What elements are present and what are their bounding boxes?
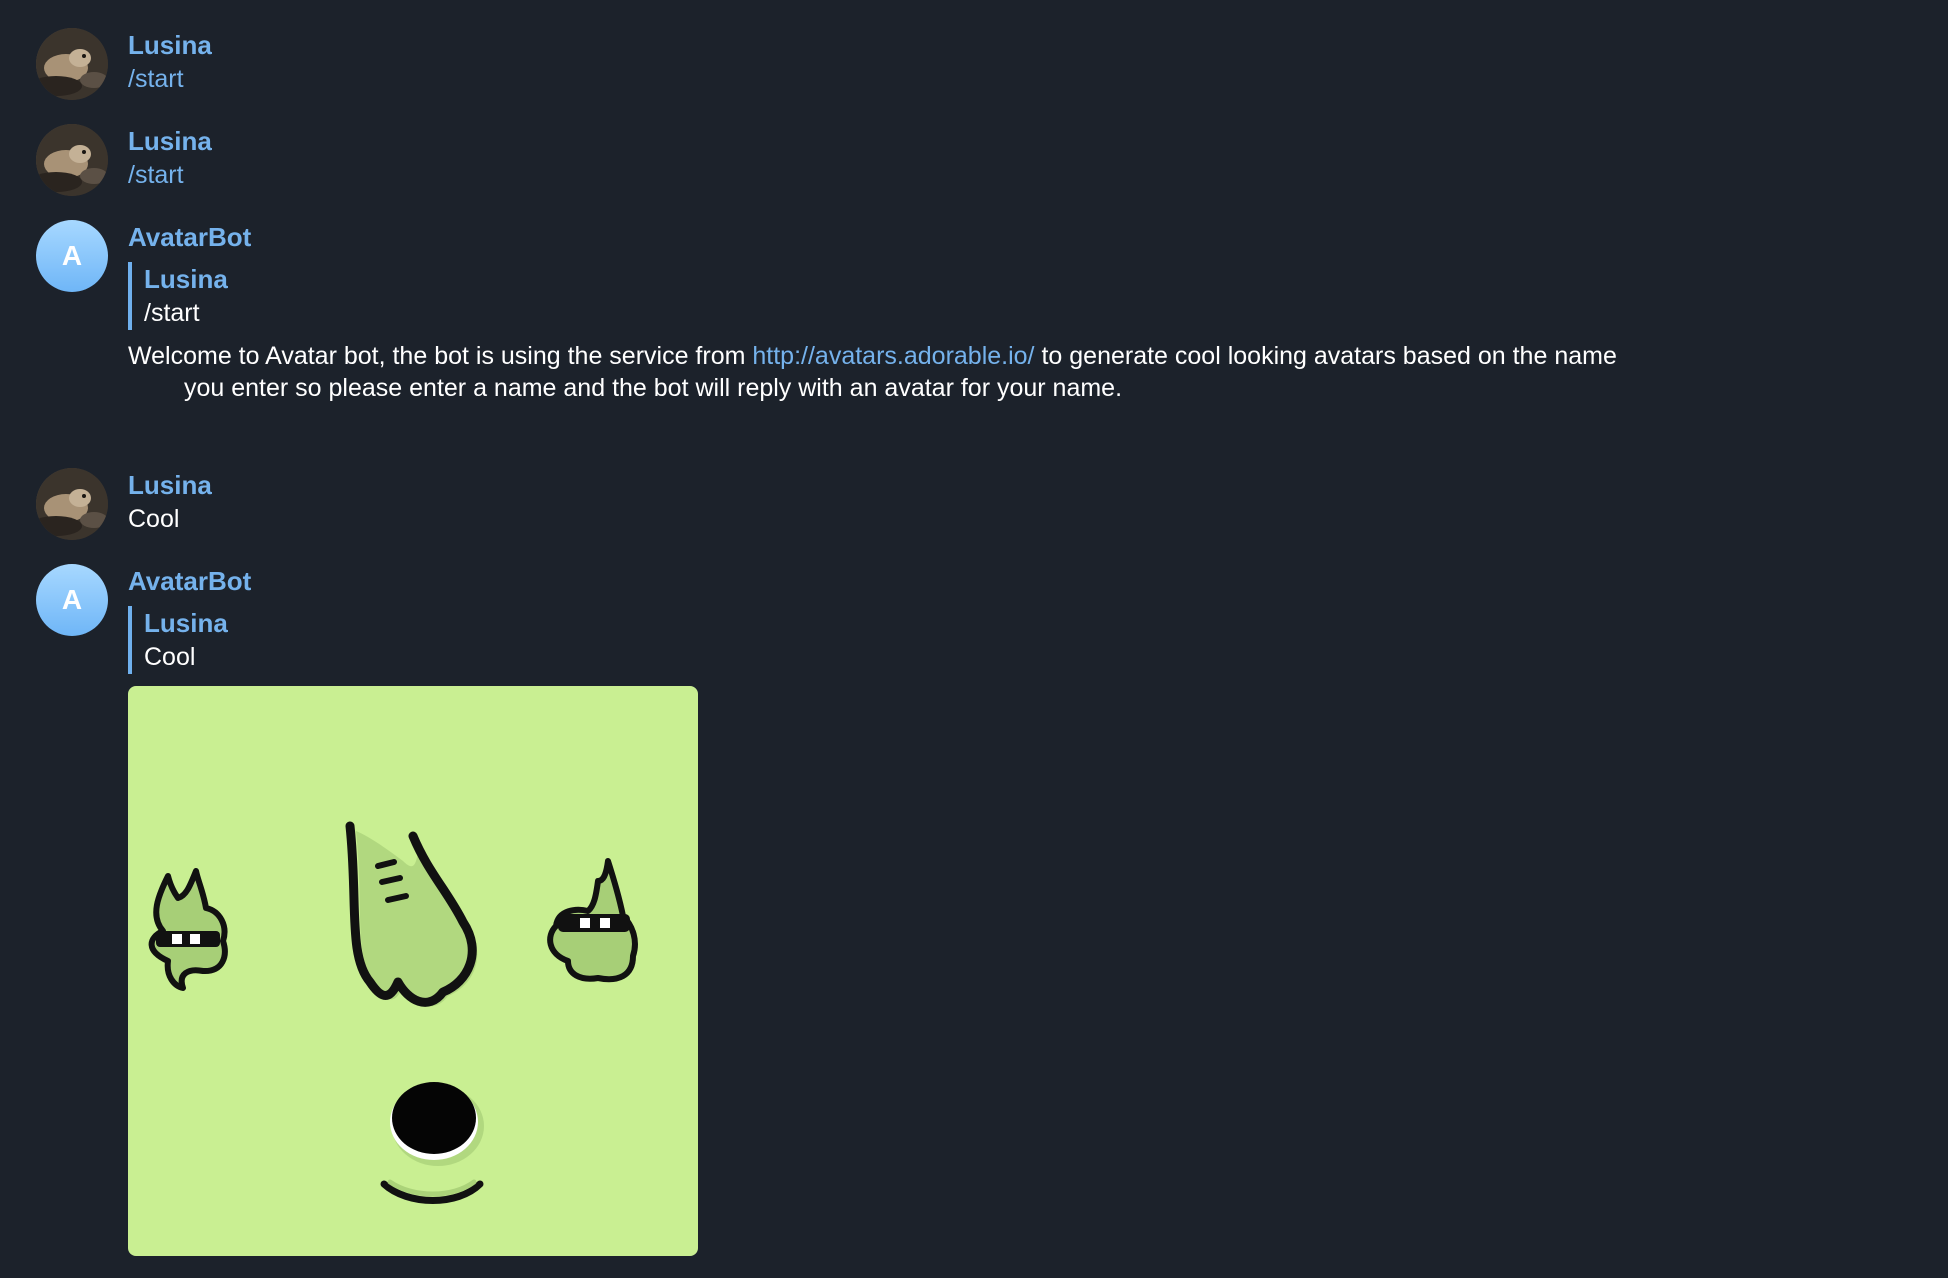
left-eye-icon	[148, 868, 228, 991]
sender-name[interactable]: Lusina	[128, 124, 1908, 158]
bot-avatar[interactable]: A	[36, 220, 108, 292]
mouth-icon	[380, 1082, 484, 1204]
message-text[interactable]: /start	[128, 62, 1908, 96]
reply-text: /start	[144, 299, 200, 327]
message-text[interactable]: Cool	[128, 502, 1908, 536]
right-eye-icon	[547, 858, 638, 983]
reply-text: Cool	[144, 643, 196, 671]
nose-icon	[345, 821, 478, 1007]
avatar-face-icon	[148, 821, 638, 1204]
reply-sender: Lusina	[144, 264, 228, 294]
sender-name[interactable]: AvatarBot	[128, 220, 1908, 254]
user-avatar[interactable]	[36, 124, 108, 196]
sender-name[interactable]: AvatarBot	[128, 564, 1908, 598]
reply-quote[interactable]: Lusina Cool	[128, 606, 1908, 674]
service-link[interactable]: http://avatars.adorable.io/	[752, 342, 1034, 370]
sender-name[interactable]: Lusina	[128, 28, 1908, 62]
user-avatar[interactable]	[36, 28, 108, 100]
chat-history: Lusina /start Lusina /start A AvatarBot	[0, 0, 1948, 1278]
bot-avatar[interactable]: A	[36, 564, 108, 636]
reply-sender: Lusina	[144, 608, 228, 638]
user-avatar[interactable]	[36, 468, 108, 540]
sender-name[interactable]: Lusina	[128, 468, 1908, 502]
otter-photo-icon	[36, 28, 108, 100]
reply-quote[interactable]: Lusina /start	[128, 262, 1908, 330]
message-text-start: Welcome to Avatar bot, the bot is using …	[128, 342, 753, 370]
otter-photo-icon	[36, 468, 108, 540]
message-text[interactable]: /start	[128, 158, 1908, 192]
message-text: Welcome to Avatar bot, the bot is using …	[128, 340, 1624, 404]
generated-avatar-image[interactable]	[128, 686, 698, 1256]
otter-photo-icon	[36, 124, 108, 196]
